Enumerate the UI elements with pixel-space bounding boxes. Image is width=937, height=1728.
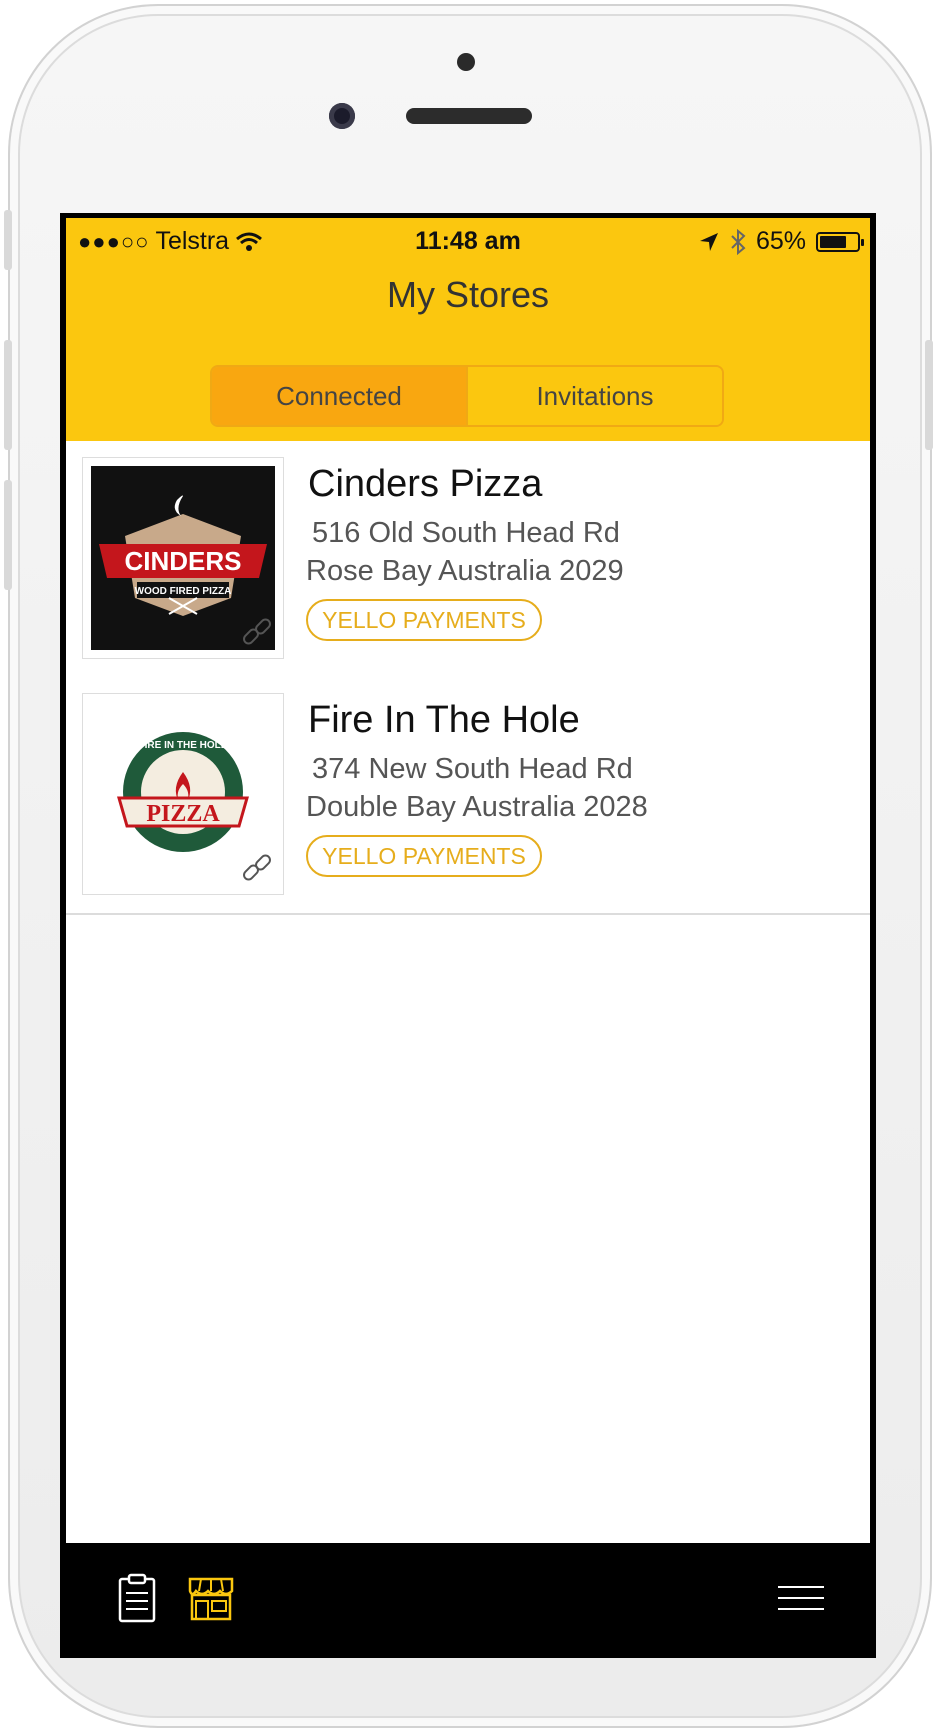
battery-percent: 65%: [755, 227, 806, 255]
clipboard-icon[interactable]: [112, 1573, 162, 1623]
bluetooth-icon: [731, 228, 746, 255]
fire-logo-subtext: FIRE IN THE HOLE: [139, 740, 228, 751]
cinders-logo-text: CINDERS: [124, 546, 241, 576]
store-name: Cinders Pizza: [308, 463, 543, 505]
store-address-line2: Double Bay Australia 2028: [306, 791, 648, 823]
status-right: 65%: [698, 227, 864, 256]
store-address-line1: 516 Old South Head Rd: [312, 517, 620, 549]
link-icon: [243, 618, 271, 645]
payment-badge[interactable]: YELLO PAYMENTS: [306, 835, 542, 877]
location-arrow-icon: [699, 232, 718, 251]
power-button: [925, 340, 933, 450]
store-address-line1: 374 New South Head Rd: [312, 753, 633, 785]
cinders-logo-subtext: WOOD FIRED PIZZA: [135, 586, 232, 597]
store-address-line2: Rose Bay Australia 2029: [306, 555, 624, 587]
tab-bar: [66, 1543, 870, 1653]
front-camera: [329, 103, 355, 129]
battery-icon: [816, 231, 864, 252]
screen: ●●●○○ Telstra 11:48 am 65% My Stores Con…: [60, 213, 876, 1658]
status-bar: ●●●○○ Telstra 11:48 am 65%: [66, 218, 870, 266]
page-title: My Stores: [386, 274, 550, 315]
store-thumbnail: CINDERS WOOD FIRED PIZZA: [82, 457, 284, 659]
volume-down-button: [4, 480, 12, 590]
payment-badge[interactable]: YELLO PAYMENTS: [306, 599, 542, 641]
segmented-control: Connected Invitations: [210, 365, 724, 427]
store-name: Fire In The Hole: [308, 699, 580, 741]
store-thumbnail: PIZZA FIRE IN THE HOLE: [82, 693, 284, 895]
volume-up-button: [4, 340, 12, 450]
link-icon: [243, 854, 271, 881]
tab-connected[interactable]: Connected: [212, 367, 466, 425]
store-row-cinders[interactable]: CINDERS WOOD FIRED PIZZA Cinders Pizza 5…: [66, 441, 870, 679]
store-icon[interactable]: [186, 1573, 236, 1623]
store-row-fire-in-the-hole[interactable]: PIZZA FIRE IN THE HOLE Fire In The Hole …: [66, 677, 870, 915]
fire-logo-text: PIZZA: [146, 801, 220, 827]
app-screen: ●●●○○ Telstra 11:48 am 65% My Stores Con…: [66, 218, 870, 1653]
mute-switch: [4, 210, 12, 270]
menu-icon[interactable]: [776, 1573, 826, 1623]
tab-invitations[interactable]: Invitations: [466, 367, 722, 425]
proximity-sensor: [457, 53, 475, 71]
header: ●●●○○ Telstra 11:48 am 65% My Stores Con…: [66, 218, 870, 441]
earpiece-speaker: [406, 108, 532, 124]
